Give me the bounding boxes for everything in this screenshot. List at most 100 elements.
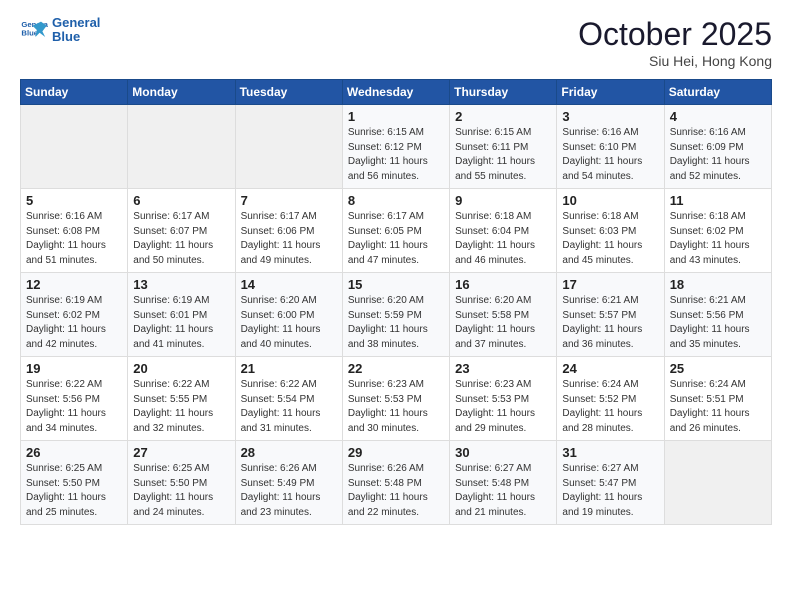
calendar-cell: 25Sunrise: 6:24 AMSunset: 5:51 PMDayligh… bbox=[664, 357, 771, 441]
calendar-cell: 2 Sunrise: 6:15 AMSunset: 6:11 PMDaylight… bbox=[450, 105, 557, 189]
calendar-cell: 11 Sunrise: 6:18 AMSunset: 6:02 PMDayligh… bbox=[664, 189, 771, 273]
day-number: 9 bbox=[455, 193, 551, 208]
day-number: 6 bbox=[133, 193, 229, 208]
calendar-cell: 21 Sunrise: 6:22 AMSunset: 5:54 PMDayligh… bbox=[235, 357, 342, 441]
logo-icon: General Blue bbox=[20, 16, 48, 44]
day-number: 31 bbox=[562, 445, 658, 460]
day-info: Sunrise: 6:25 AMSunset: 5:50 PMDaylight:… bbox=[133, 462, 229, 520]
calendar-cell: 3Sunrise: 6:16 AMSunset: 6:10 PMDaylight… bbox=[557, 105, 664, 189]
day-info: Sunrise: 6:16 AMSunset: 6:08 PMDaylight:… bbox=[26, 210, 122, 268]
day-info: Sunrise: 6:20 AMSunset: 6:00 PMDaylight:… bbox=[241, 294, 337, 352]
calendar-table: SundayMondayTuesdayWednesdayThursdayFrid… bbox=[20, 79, 772, 525]
calendar-cell: 28 Sunrise: 6:26 AMSunset: 5:49 PMDayligh… bbox=[235, 441, 342, 525]
day-info: Sunrise: 6:17 AMSunset: 6:06 PMDaylight:… bbox=[241, 210, 337, 268]
month-title: October 2025 bbox=[578, 16, 772, 53]
day-number: 17 bbox=[562, 277, 658, 292]
day-info: Sunrise: 6:20 AMSunset: 5:59 PMDaylight:… bbox=[348, 294, 444, 352]
day-info: Sunrise: 6:24 AMSunset: 5:52 PMDaylight:… bbox=[562, 378, 658, 436]
day-info: Sunrise: 6:17 AMSunset: 6:05 PMDaylight:… bbox=[348, 210, 444, 268]
weekday-header-sunday: Sunday bbox=[21, 80, 128, 105]
calendar-cell bbox=[128, 105, 235, 189]
day-number: 28 bbox=[241, 445, 337, 460]
day-info: Sunrise: 6:22 AMSunset: 5:55 PMDaylight:… bbox=[133, 378, 229, 436]
calendar-cell: 24 Sunrise: 6:24 AMSunset: 5:52 PMDayligh… bbox=[557, 357, 664, 441]
day-info: Sunrise: 6:26 AMSunset: 5:49 PMDaylight:… bbox=[241, 462, 337, 520]
calendar-cell: 14Sunrise: 6:20 AMSunset: 6:00 PMDayligh… bbox=[235, 273, 342, 357]
day-number: 11 bbox=[670, 193, 766, 208]
day-info: Sunrise: 6:19 AMSunset: 6:02 PMDaylight:… bbox=[26, 294, 122, 352]
day-number: 1 bbox=[348, 109, 444, 124]
logo: General Blue General Blue bbox=[20, 16, 100, 45]
calendar-cell: 30 Sunrise: 6:27 AMSunset: 5:48 PMDayligh… bbox=[450, 441, 557, 525]
day-number: 12 bbox=[26, 277, 122, 292]
calendar-cell: 22 Sunrise: 6:23 AMSunset: 5:53 PMDayligh… bbox=[342, 357, 449, 441]
calendar-cell: 12 Sunrise: 6:19 AMSunset: 6:02 PMDayligh… bbox=[21, 273, 128, 357]
calendar-cell: 7 Sunrise: 6:17 AMSunset: 6:06 PMDaylight… bbox=[235, 189, 342, 273]
calendar-cell: 27 Sunrise: 6:25 AMSunset: 5:50 PMDayligh… bbox=[128, 441, 235, 525]
weekday-header-tuesday: Tuesday bbox=[235, 80, 342, 105]
calendar-week-5: 26 Sunrise: 6:25 AMSunset: 5:50 PMDayligh… bbox=[21, 441, 772, 525]
weekday-header-wednesday: Wednesday bbox=[342, 80, 449, 105]
calendar-cell bbox=[664, 441, 771, 525]
day-number: 23 bbox=[455, 361, 551, 376]
weekday-header-thursday: Thursday bbox=[450, 80, 557, 105]
day-number: 30 bbox=[455, 445, 551, 460]
day-info: Sunrise: 6:22 AMSunset: 5:56 PMDaylight:… bbox=[26, 378, 122, 436]
day-number: 3 bbox=[562, 109, 658, 124]
calendar-week-1: 1 Sunrise: 6:15 AMSunset: 6:12 PMDaylight… bbox=[21, 105, 772, 189]
page-header: General Blue General Blue October 2025 S… bbox=[20, 16, 772, 69]
calendar-cell: 6 Sunrise: 6:17 AMSunset: 6:07 PMDaylight… bbox=[128, 189, 235, 273]
calendar-cell bbox=[235, 105, 342, 189]
weekday-header-row: SundayMondayTuesdayWednesdayThursdayFrid… bbox=[21, 80, 772, 105]
day-info: Sunrise: 6:24 AMSunset: 5:51 PMDaylight:… bbox=[670, 378, 766, 436]
title-block: October 2025 Siu Hei, Hong Kong bbox=[578, 16, 772, 69]
day-number: 24 bbox=[562, 361, 658, 376]
calendar-cell: 9 Sunrise: 6:18 AMSunset: 6:04 PMDaylight… bbox=[450, 189, 557, 273]
day-info: Sunrise: 6:23 AMSunset: 5:53 PMDaylight:… bbox=[348, 378, 444, 436]
day-number: 26 bbox=[26, 445, 122, 460]
day-number: 2 bbox=[455, 109, 551, 124]
day-info: Sunrise: 6:15 AMSunset: 6:12 PMDaylight:… bbox=[348, 126, 444, 184]
day-number: 20 bbox=[133, 361, 229, 376]
calendar-cell: 31 Sunrise: 6:27 AMSunset: 5:47 PMDayligh… bbox=[557, 441, 664, 525]
day-info: Sunrise: 6:23 AMSunset: 5:53 PMDaylight:… bbox=[455, 378, 551, 436]
day-info: Sunrise: 6:19 AMSunset: 6:01 PMDaylight:… bbox=[133, 294, 229, 352]
calendar-cell: 8 Sunrise: 6:17 AMSunset: 6:05 PMDaylight… bbox=[342, 189, 449, 273]
calendar-cell: 20 Sunrise: 6:22 AMSunset: 5:55 PMDayligh… bbox=[128, 357, 235, 441]
calendar-cell: 5Sunrise: 6:16 AMSunset: 6:08 PMDaylight… bbox=[21, 189, 128, 273]
day-info: Sunrise: 6:20 AMSunset: 5:58 PMDaylight:… bbox=[455, 294, 551, 352]
calendar-week-3: 12 Sunrise: 6:19 AMSunset: 6:02 PMDayligh… bbox=[21, 273, 772, 357]
day-info: Sunrise: 6:25 AMSunset: 5:50 PMDaylight:… bbox=[26, 462, 122, 520]
day-info: Sunrise: 6:21 AMSunset: 5:57 PMDaylight:… bbox=[562, 294, 658, 352]
day-info: Sunrise: 6:17 AMSunset: 6:07 PMDaylight:… bbox=[133, 210, 229, 268]
day-number: 22 bbox=[348, 361, 444, 376]
day-info: Sunrise: 6:15 AMSunset: 6:11 PMDaylight:… bbox=[455, 126, 551, 184]
location: Siu Hei, Hong Kong bbox=[578, 53, 772, 69]
calendar-cell: 26 Sunrise: 6:25 AMSunset: 5:50 PMDayligh… bbox=[21, 441, 128, 525]
day-number: 18 bbox=[670, 277, 766, 292]
calendar-cell: 19 Sunrise: 6:22 AMSunset: 5:56 PMDayligh… bbox=[21, 357, 128, 441]
calendar-cell: 17 Sunrise: 6:21 AMSunset: 5:57 PMDayligh… bbox=[557, 273, 664, 357]
calendar-week-2: 5Sunrise: 6:16 AMSunset: 6:08 PMDaylight… bbox=[21, 189, 772, 273]
day-number: 19 bbox=[26, 361, 122, 376]
calendar-cell bbox=[21, 105, 128, 189]
day-number: 7 bbox=[241, 193, 337, 208]
day-number: 27 bbox=[133, 445, 229, 460]
day-info: Sunrise: 6:27 AMSunset: 5:47 PMDaylight:… bbox=[562, 462, 658, 520]
day-number: 15 bbox=[348, 277, 444, 292]
day-info: Sunrise: 6:22 AMSunset: 5:54 PMDaylight:… bbox=[241, 378, 337, 436]
day-info: Sunrise: 6:18 AMSunset: 6:02 PMDaylight:… bbox=[670, 210, 766, 268]
day-number: 8 bbox=[348, 193, 444, 208]
day-info: Sunrise: 6:18 AMSunset: 6:04 PMDaylight:… bbox=[455, 210, 551, 268]
calendar-cell: 10Sunrise: 6:18 AMSunset: 6:03 PMDayligh… bbox=[557, 189, 664, 273]
calendar-cell: 16Sunrise: 6:20 AMSunset: 5:58 PMDayligh… bbox=[450, 273, 557, 357]
day-number: 4 bbox=[670, 109, 766, 124]
svg-text:Blue: Blue bbox=[21, 29, 38, 38]
day-number: 13 bbox=[133, 277, 229, 292]
calendar-cell: 23 Sunrise: 6:23 AMSunset: 5:53 PMDayligh… bbox=[450, 357, 557, 441]
day-number: 21 bbox=[241, 361, 337, 376]
day-number: 10 bbox=[562, 193, 658, 208]
page-container: General Blue General Blue October 2025 S… bbox=[0, 0, 792, 535]
calendar-cell: 1 Sunrise: 6:15 AMSunset: 6:12 PMDaylight… bbox=[342, 105, 449, 189]
day-info: Sunrise: 6:27 AMSunset: 5:48 PMDaylight:… bbox=[455, 462, 551, 520]
